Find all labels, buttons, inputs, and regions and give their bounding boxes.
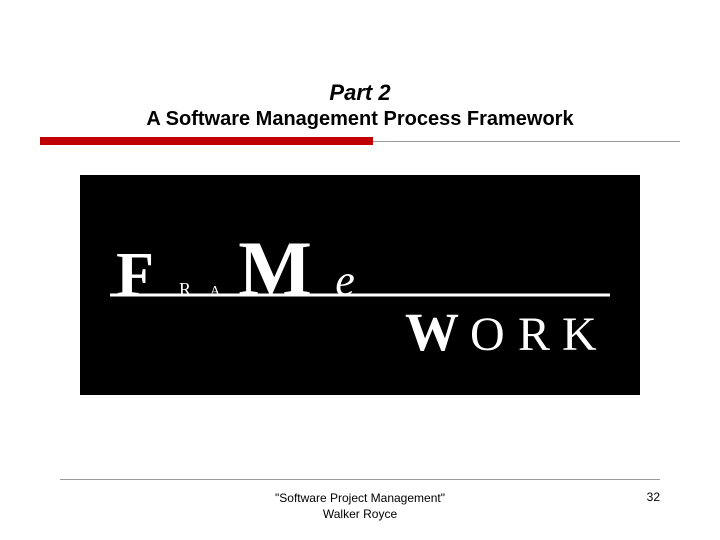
footer-author: Walker Royce	[100, 506, 620, 522]
part-label: Part 2	[40, 80, 680, 106]
footer-rule	[60, 479, 660, 480]
page-number: 32	[620, 490, 660, 504]
svg-text:R: R	[179, 279, 191, 299]
svg-text:W: W	[405, 302, 461, 362]
svg-text:e: e	[335, 256, 355, 305]
slide: Part 2 A Software Management Process Fra…	[0, 0, 720, 540]
accent-bar	[40, 137, 373, 145]
svg-text:R: R	[518, 308, 550, 361]
svg-text:M: M	[238, 225, 312, 312]
svg-text:K: K	[562, 308, 597, 361]
framework-wordmark-icon: F R A M e W O R K	[80, 175, 640, 395]
footer-book: "Software Project Management"	[100, 490, 620, 506]
thin-rule	[373, 141, 680, 142]
framework-figure: F R A M e W O R K	[80, 175, 640, 395]
title-block: Part 2 A Software Management Process Fra…	[40, 80, 680, 131]
svg-text:O: O	[470, 308, 505, 361]
footer: "Software Project Management" Walker Roy…	[0, 479, 720, 522]
svg-text:A: A	[210, 284, 221, 299]
footer-center: "Software Project Management" Walker Roy…	[100, 490, 620, 522]
title-rule	[40, 137, 680, 145]
footer-row: "Software Project Management" Walker Roy…	[60, 490, 660, 522]
subtitle: A Software Management Process Framework	[40, 108, 680, 131]
